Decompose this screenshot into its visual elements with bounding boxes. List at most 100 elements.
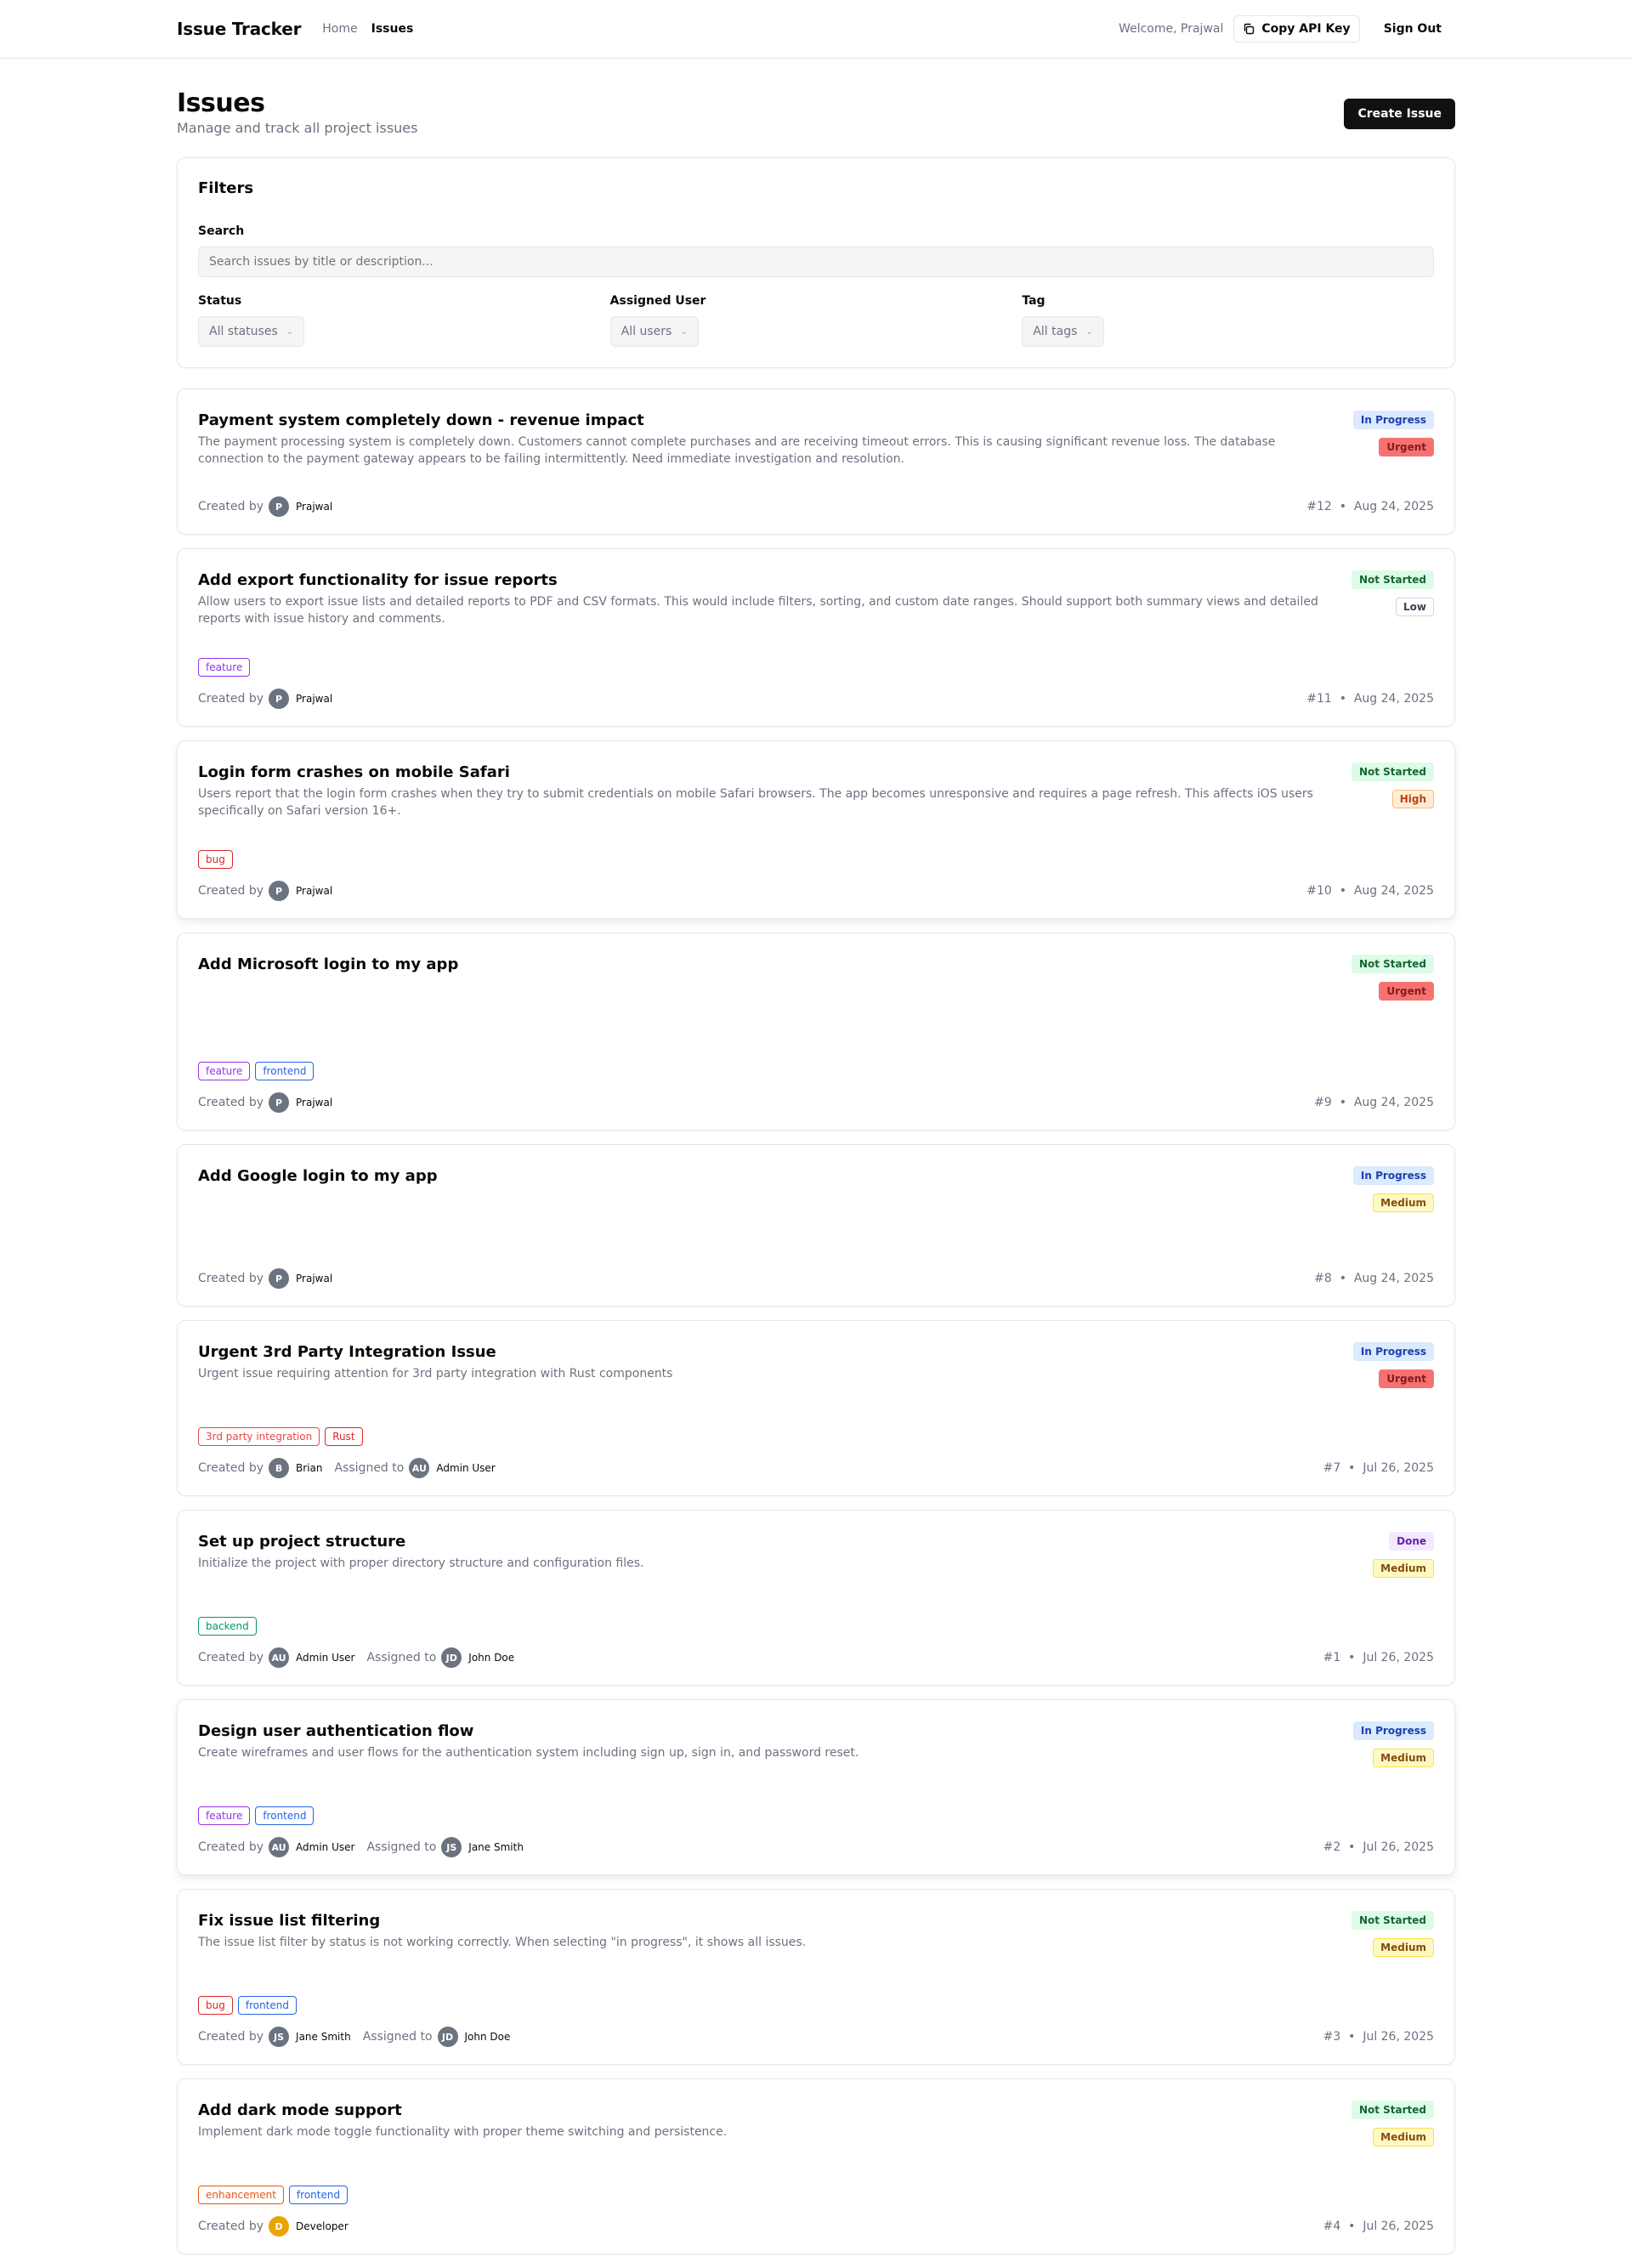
sign-out-button[interactable]: Sign Out xyxy=(1370,15,1455,43)
tag-badge[interactable]: frontend xyxy=(255,1062,314,1080)
issue-card[interactable]: Urgent 3rd Party Integration Issue Urgent… xyxy=(177,1320,1455,1496)
priority-badge: Urgent xyxy=(1379,438,1434,456)
issue-card[interactable]: Add Google login to my app In Progress Med… xyxy=(177,1144,1455,1307)
issue-card[interactable]: Payment system completely down - revenue… xyxy=(177,388,1455,535)
issue-meta: Created by P Prajwal xyxy=(198,496,344,517)
issue-date: Jul 26, 2025 xyxy=(1363,1840,1434,1854)
tag-badge[interactable]: feature xyxy=(198,658,251,677)
issue-tags: bug frontend xyxy=(198,1996,1434,2015)
nav-link-home[interactable]: Home xyxy=(322,22,357,36)
page-subtitle: Manage and track all project issues xyxy=(177,120,418,136)
status-badge: In Progress xyxy=(1352,1342,1434,1361)
issue-title[interactable]: Add export functionality for issue repor… xyxy=(198,570,1334,592)
search-input[interactable] xyxy=(198,247,1434,277)
create-issue-button[interactable]: Create Issue xyxy=(1344,99,1455,129)
main-content: Issues Manage and track all project issu… xyxy=(177,59,1455,2254)
issue-title[interactable]: Design user authentication flow xyxy=(198,1721,1336,1743)
issue-title[interactable]: Login form crashes on mobile Safari xyxy=(198,762,1334,784)
issue-id-date: #10 • Aug 24, 2025 xyxy=(1306,884,1434,898)
issue-tags: feature frontend xyxy=(198,1062,1434,1080)
issue-meta: Created by P Prajwal xyxy=(198,689,344,709)
avatar: P xyxy=(269,1268,290,1289)
tag-badge[interactable]: Rust xyxy=(325,1427,363,1446)
tag-badge[interactable]: enhancement xyxy=(198,2186,284,2204)
tag-filter: Tag All tags ⌄ xyxy=(1022,294,1434,347)
tag-select[interactable]: All tags ⌄ xyxy=(1022,316,1104,347)
issue-id-date: #7 • Jul 26, 2025 xyxy=(1323,1461,1434,1475)
issue-title[interactable]: Urgent 3rd Party Integration Issue xyxy=(198,1341,1336,1364)
issue-date: Aug 24, 2025 xyxy=(1353,500,1434,513)
status-badge: Not Started xyxy=(1351,1911,1434,1930)
tag-badge[interactable]: frontend xyxy=(237,1996,297,2015)
priority-badge: High xyxy=(1391,790,1434,808)
issue-description: Urgent issue requiring attention for 3rd… xyxy=(198,1367,673,1381)
tag-badge[interactable]: feature xyxy=(198,1806,251,1825)
assigned-to-label: Assigned to xyxy=(334,1461,405,1475)
issue-title[interactable]: Add Microsoft login to my app xyxy=(198,954,1334,976)
issue-description: Allow users to export issue lists and de… xyxy=(198,595,1318,626)
issue-id: #3 xyxy=(1323,2030,1341,2044)
creator-name: Prajwal xyxy=(296,1273,333,1284)
status-badge: Done xyxy=(1389,1532,1434,1551)
copy-api-key-button[interactable]: Copy API Key xyxy=(1233,15,1360,43)
tag-badge[interactable]: backend xyxy=(198,1617,257,1636)
issue-meta: Created by AU Admin User Assigned to JS Jane … xyxy=(198,1837,536,1857)
issue-card[interactable]: Fix issue list filtering The issue list f… xyxy=(177,1889,1455,2065)
filters-card: Filters Search Status All statuses ⌄ Ass… xyxy=(177,157,1455,368)
separator-dot: • xyxy=(1340,1840,1363,1854)
issue-id-date: #12 • Aug 24, 2025 xyxy=(1306,500,1434,513)
issue-id: #4 xyxy=(1323,2220,1341,2233)
nav-link-issues[interactable]: Issues xyxy=(371,22,414,36)
issue-meta: Created by B Brian Assigned to AU Admin User xyxy=(198,1458,507,1478)
issue-title[interactable]: Set up project structure xyxy=(198,1531,1356,1553)
issue-id: #10 xyxy=(1306,884,1332,898)
chevron-down-icon: ⌄ xyxy=(680,326,688,337)
avatar: JD xyxy=(437,2027,458,2047)
creator-name: Prajwal xyxy=(296,501,333,513)
avatar: P xyxy=(269,496,290,517)
issue-date: Jul 26, 2025 xyxy=(1363,1651,1434,1664)
issue-title[interactable]: Add dark mode support xyxy=(198,2100,1334,2122)
assigned-user-select-value: All users xyxy=(620,325,672,338)
tag-badge[interactable]: frontend xyxy=(255,1806,314,1825)
issue-description: Implement dark mode toggle functionality… xyxy=(198,2125,728,2139)
issue-description: Users report that the login form crashes… xyxy=(198,787,1313,818)
tag-badge[interactable]: bug xyxy=(198,850,233,869)
search-label: Search xyxy=(198,224,245,238)
issue-tags: feature frontend xyxy=(198,1806,1434,1825)
creator-name: Prajwal xyxy=(296,1097,333,1108)
issue-title[interactable]: Payment system completely down - revenue… xyxy=(198,410,1336,432)
issue-card[interactable]: Login form crashes on mobile Safari Users… xyxy=(177,740,1455,919)
assigned-user-select[interactable]: All users ⌄ xyxy=(609,316,699,347)
tag-badge[interactable]: frontend xyxy=(288,2186,348,2204)
issue-id: #2 xyxy=(1323,1840,1341,1854)
issue-card[interactable]: Design user authentication flow Create wi… xyxy=(177,1699,1455,1875)
status-select-value: All statuses xyxy=(209,325,278,338)
created-by-label: Created by xyxy=(198,1840,264,1854)
issue-card[interactable]: Set up project structure Initialize the p… xyxy=(177,1510,1455,1686)
issue-meta: Created by P Prajwal xyxy=(198,1268,344,1289)
tag-badge[interactable]: feature xyxy=(198,1062,251,1080)
issue-card[interactable]: Add dark mode support Implement dark mode… xyxy=(177,2078,1455,2254)
copy-icon xyxy=(1244,23,1255,35)
tag-badge[interactable]: bug xyxy=(198,1996,233,2015)
issue-id-date: #8 • Aug 24, 2025 xyxy=(1314,1272,1434,1285)
issue-meta: Created by JS Jane Smith Assigned to JD John … xyxy=(198,2027,522,2047)
issue-meta: Created by P Prajwal xyxy=(198,881,344,901)
issue-description: The payment processing system is complet… xyxy=(198,435,1276,466)
priority-badge: Medium xyxy=(1373,1559,1434,1578)
issue-title[interactable]: Add Google login to my app xyxy=(198,1165,1336,1188)
issue-date: Jul 26, 2025 xyxy=(1363,2030,1434,2044)
issue-description: The issue list filter by status is not w… xyxy=(198,1936,807,1949)
status-select[interactable]: All statuses ⌄ xyxy=(198,316,305,347)
issue-card[interactable]: Add Microsoft login to my app Not Started… xyxy=(177,933,1455,1131)
issue-tags: backend xyxy=(198,1617,1434,1636)
page-title: Issues xyxy=(177,88,265,118)
issue-date: Jul 26, 2025 xyxy=(1363,1461,1434,1475)
tag-badge[interactable]: 3rd party integration xyxy=(198,1427,320,1446)
top-navbar: Issue Tracker Home Issues Welcome, Prajw… xyxy=(0,0,1632,59)
brand-logo[interactable]: Issue Tracker xyxy=(177,19,301,39)
avatar: P xyxy=(269,1092,290,1113)
issue-title[interactable]: Fix issue list filtering xyxy=(198,1910,1334,1932)
issue-card[interactable]: Add export functionality for issue repor… xyxy=(177,548,1455,727)
